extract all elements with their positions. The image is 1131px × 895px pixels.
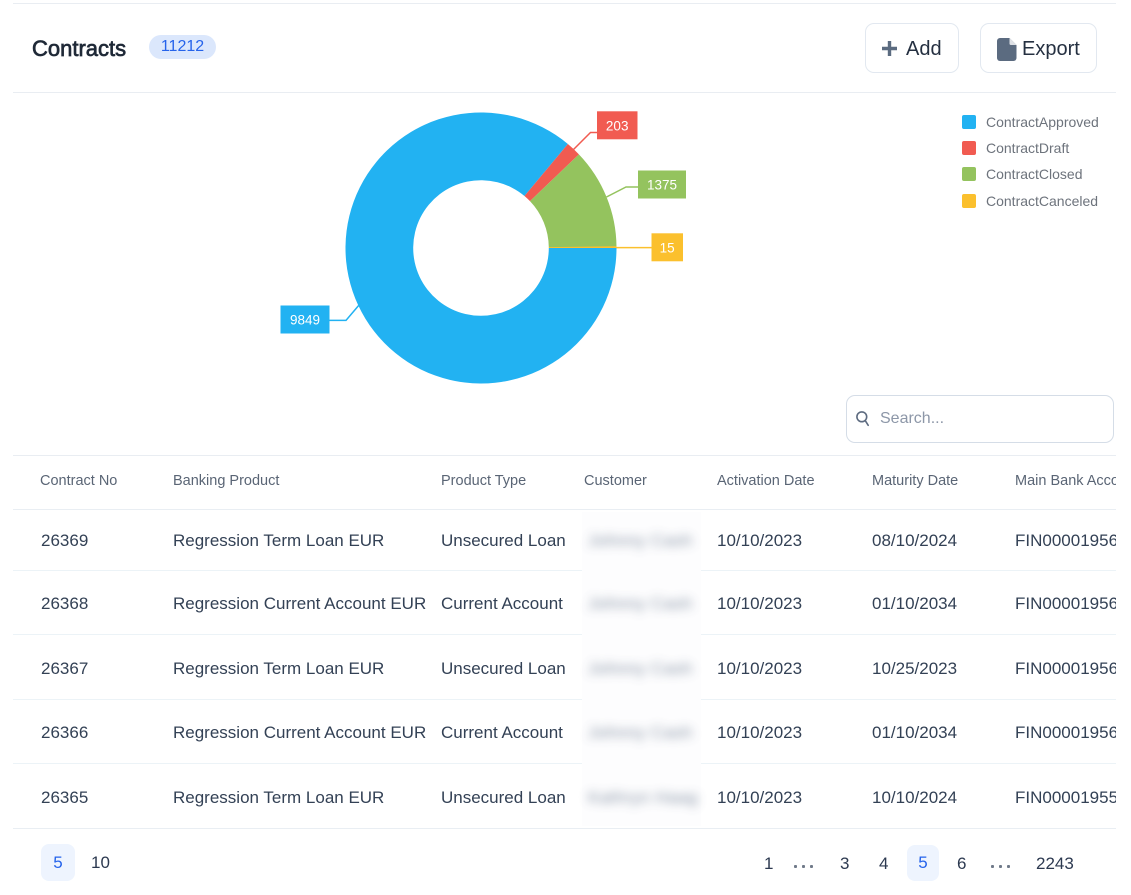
svg-text:9849: 9849 — [290, 313, 320, 328]
svg-text:1375: 1375 — [647, 178, 677, 193]
svg-text:15: 15 — [660, 240, 675, 255]
svg-text:203: 203 — [606, 118, 629, 133]
